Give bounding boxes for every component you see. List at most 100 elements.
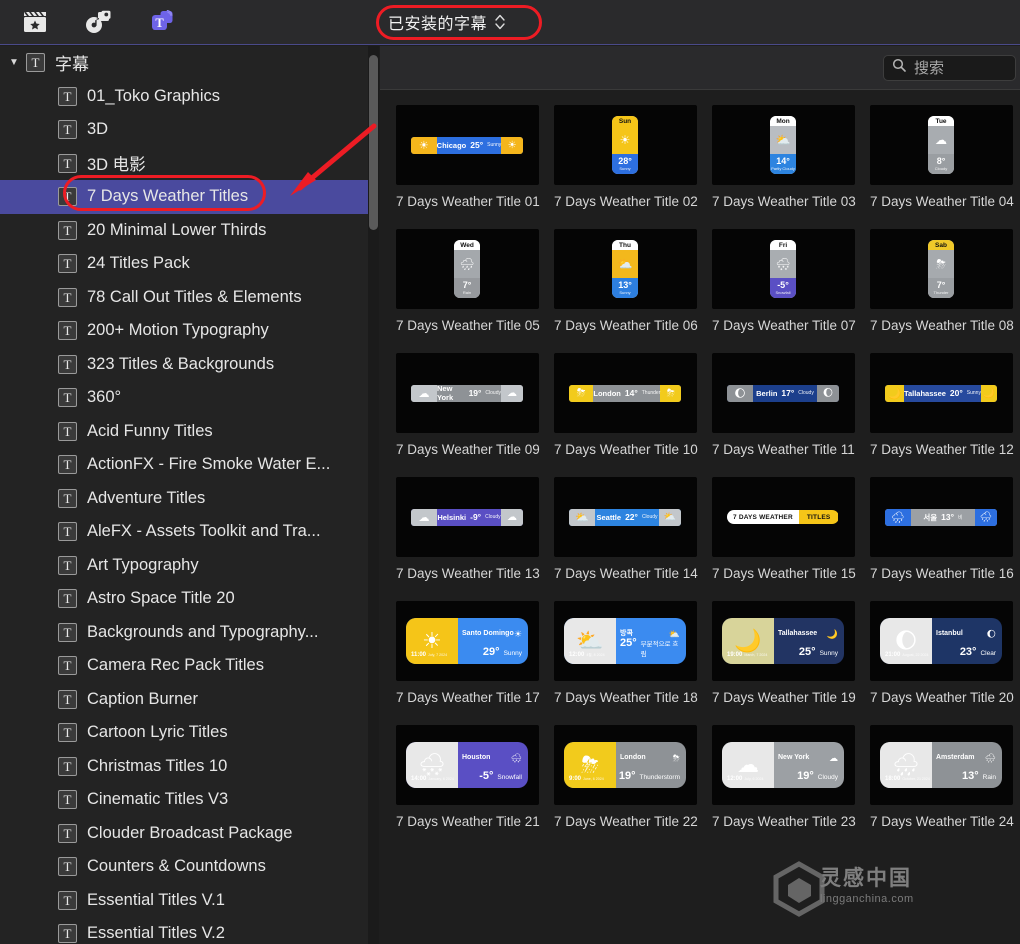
- title-cell[interactable]: 🌨 Houston 🌨 -5° Snowfall 14:00 January, 6 2024…: [388, 725, 546, 849]
- categories-sidebar[interactable]: ▼ T 字幕 T 01_Toko Graphics T 3D T 3D 电影 T 7 Days…: [0, 46, 368, 944]
- sidebar-scrollbar-track[interactable]: [368, 46, 379, 944]
- title-cell[interactable]: ☁ New York 19° Cloudy ☁ 7 Days Weather Title …: [388, 353, 546, 477]
- title-thumbnail[interactable]: ☁ Helsinki -9° Cloudy ☁: [395, 477, 539, 557]
- sidebar-item-adventure-titles[interactable]: T Adventure Titles: [0, 482, 368, 516]
- sidebar-item-christmas-titles-10[interactable]: T Christmas Titles 10: [0, 750, 368, 784]
- title-thumbnail[interactable]: Wed 🌧 7° Rain: [395, 229, 539, 309]
- title-cell[interactable]: 🌧 서울 13° 비 🌧 7 Days Weather Title 16: [862, 477, 1020, 601]
- sidebar-item-24-titles-pack[interactable]: T 24 Titles Pack: [0, 247, 368, 281]
- title-cell[interactable]: Sab ⛈ 7° Thunder 7 Days Weather Title 08: [862, 229, 1020, 353]
- sidebar-item-essential-titles-v-1[interactable]: T Essential Titles V.1: [0, 884, 368, 918]
- sidebar-item-alefx-assets-toolkit-and-tra[interactable]: T AleFX - Assets Toolkit and Tra...: [0, 515, 368, 549]
- sidebar-item-360[interactable]: T 360°: [0, 381, 368, 415]
- video-effects-icon[interactable]: [18, 7, 52, 37]
- title-thumbnail[interactable]: 🌔 Istanbul 🌔 23° Clear 21:00 August, 22 2024: [869, 601, 1013, 681]
- title-thumbnail[interactable]: ⛅ 방콕 ⛅ 25° 부분적으로 흐림 12:00 4월, 8 2024: [553, 601, 697, 681]
- title-cell[interactable]: Tue ☁ 8° Cloudy 7 Days Weather Title 04: [862, 105, 1020, 229]
- title-cell[interactable]: 🌙 Tallahassee 20° Sunny 🌙 7 Days Weather Titl…: [862, 353, 1020, 477]
- sidebar-item-acid-funny-titles[interactable]: T Acid Funny Titles: [0, 415, 368, 449]
- installed-titles-popup[interactable]: 已安装的字幕: [376, 5, 517, 39]
- weather-wide-info: Istanbul 🌔 23° Clear: [932, 618, 1002, 664]
- title-thumbnail[interactable]: 🌨 Houston 🌨 -5° Snowfall 14:00 January, 6 2024: [395, 725, 539, 805]
- weather-condition: Cloudy: [934, 166, 948, 171]
- title-cell[interactable]: ☁ New York ☁ 19° Cloudy 12:00 July, 6 2024 7 Da…: [704, 725, 862, 849]
- title-thumbnail[interactable]: 🌔 Berlin 17° Cloudy 🌔: [711, 353, 855, 433]
- weather-city: New York: [437, 384, 454, 402]
- title-thumbnail[interactable]: ⛈ London ⛈ 19° Thunderstorm 9:00 June, 6 2024: [553, 725, 697, 805]
- sidebar-item-3d[interactable]: T 3D 电影: [0, 147, 368, 181]
- sidebar-item-3d[interactable]: T 3D: [0, 113, 368, 147]
- weather-icon-left: ☀: [411, 136, 437, 154]
- title-icon: T: [58, 756, 77, 776]
- title-thumbnail[interactable]: ☀ Santo Domingo ☀ 29° Sunny 11:00 July, 7 2024: [395, 601, 539, 681]
- title-icon: T: [58, 254, 77, 274]
- sidebar-item-cinematic-titles-v3[interactable]: T Cinematic Titles V3: [0, 783, 368, 817]
- title-thumbnail[interactable]: ☀ Chicago 25° Sunny ☀: [395, 105, 539, 185]
- sidebar-item-78-call-out-titles-elements[interactable]: T 78 Call Out Titles & Elements: [0, 281, 368, 315]
- title-cell[interactable]: 🌔 Istanbul 🌔 23° Clear 21:00 August, 22 2024 7 …: [862, 601, 1020, 725]
- search-field[interactable]: 搜索: [883, 54, 1016, 81]
- sidebar-item-200-motion-typography[interactable]: T 200+ Motion Typography: [0, 314, 368, 348]
- sidebar-item-7-days-weather-titles[interactable]: T 7 Days Weather Titles: [0, 180, 368, 214]
- weather-bar-info: 서울 13° 비: [911, 509, 975, 526]
- title-cell[interactable]: 🌙 Tallahassee 🌙 25° Sunny 19:00 March, 7 2024 7…: [704, 601, 862, 725]
- title-cell[interactable]: ⛈ London ⛈ 19° Thunderstorm 9:00 June, 6 2024 7…: [546, 725, 704, 849]
- title-thumbnail[interactable]: ☁ New York 19° Cloudy ☁: [395, 353, 539, 433]
- title-thumbnail[interactable]: Sun ☀ 28° Sunny: [553, 105, 697, 185]
- title-thumbnail[interactable]: Mon ⛅ 14° Partly Cloudy: [711, 105, 855, 185]
- title-icon: T: [58, 120, 77, 140]
- title-thumbnail[interactable]: 🌧 서울 13° 비 🌧: [869, 477, 1013, 557]
- sidebar-item-323-titles-backgrounds[interactable]: T 323 Titles & Backgrounds: [0, 348, 368, 382]
- title-thumbnail[interactable]: 🌧 Amsterdam 🌧 13° Rain 18:00 October, 21 2024: [869, 725, 1013, 805]
- title-cell[interactable]: 🌧 Amsterdam 🌧 13° Rain 18:00 October, 21 2024 7…: [862, 725, 1020, 849]
- weather-timestamp: 12:00 4월, 8 2024: [569, 652, 605, 658]
- audio-photos-icon[interactable]: [82, 7, 116, 37]
- title-cell[interactable]: ☁ Helsinki -9° Cloudy ☁ 7 Days Weather Title …: [388, 477, 546, 601]
- sidebar-item-essential-titles-v-2[interactable]: T Essential Titles V.2: [0, 917, 368, 944]
- title-thumbnail[interactable]: Thu ⛅ 13° Sunny: [553, 229, 697, 309]
- sidebar-scrollbar-thumb[interactable]: [369, 55, 378, 230]
- sidebar-item-20-minimal-lower-thirds[interactable]: T 20 Minimal Lower Thirds: [0, 214, 368, 248]
- weather-condition: Sunny: [619, 290, 631, 295]
- sidebar-item-backgrounds-and-typography[interactable]: T Backgrounds and Typography...: [0, 616, 368, 650]
- chevron-down-icon[interactable]: ▼: [6, 55, 22, 71]
- sidebar-item-astro-space-title-20[interactable]: T Astro Space Title 20: [0, 582, 368, 616]
- title-cell[interactable]: Wed 🌧 7° Rain 7 Days Weather Title 05: [388, 229, 546, 353]
- weather-temp: 19°: [468, 388, 482, 398]
- title-cell[interactable]: Sun ☀ 28° Sunny 7 Days Weather Title 02: [546, 105, 704, 229]
- sidebar-item-art-typography[interactable]: T Art Typography: [0, 549, 368, 583]
- sidebar-item-camera-rec-pack-titles[interactable]: T Camera Rec Pack Titles: [0, 649, 368, 683]
- weather-icon-small: 🌙: [826, 629, 838, 639]
- titles-icon[interactable]: T: [146, 7, 180, 37]
- sidebar-item-label: 3D: [87, 120, 109, 139]
- title-thumbnail[interactable]: 7 DAYS WEATHER TITLES: [711, 477, 855, 557]
- title-thumbnail[interactable]: ☁ New York ☁ 19° Cloudy 12:00 July, 6 2024: [711, 725, 855, 805]
- title-thumbnail[interactable]: 🌙 Tallahassee 20° Sunny 🌙: [869, 353, 1013, 433]
- sidebar-item-cartoon-lyric-titles[interactable]: T Cartoon Lyric Titles: [0, 716, 368, 750]
- title-cell[interactable]: ⛅ 방콕 ⛅ 25° 부분적으로 흐림 12:00 4월, 8 2024 7 Days Wea…: [546, 601, 704, 725]
- title-cell[interactable]: 🌔 Berlin 17° Cloudy 🌔 7 Days Weather Title 11: [704, 353, 862, 477]
- title-cell[interactable]: Fri 🌨 -5° Snowfall 7 Days Weather Title 07: [704, 229, 862, 353]
- title-thumbnail[interactable]: Fri 🌨 -5° Snowfall: [711, 229, 855, 309]
- sidebar-item-01-toko-graphics[interactable]: T 01_Toko Graphics: [0, 80, 368, 114]
- sidebar-root-titles[interactable]: ▼ T 字幕: [0, 46, 368, 80]
- title-thumbnail[interactable]: ⛅ Seattle 22° Cloudy ⛅: [553, 477, 697, 557]
- title-thumbnail[interactable]: Tue ☁ 8° Cloudy: [869, 105, 1013, 185]
- title-thumbnail[interactable]: ⛈ London 14° Thunder ⛈: [553, 353, 697, 433]
- title-cell[interactable]: ☀ Santo Domingo ☀ 29° Sunny 11:00 July, 7 2024…: [388, 601, 546, 725]
- sidebar-item-clouder-broadcast-package[interactable]: T Clouder Broadcast Package: [0, 817, 368, 851]
- title-cell[interactable]: ⛈ London 14° Thunder ⛈ 7 Days Weather Title 1…: [546, 353, 704, 477]
- title-cell[interactable]: ☀ Chicago 25° Sunny ☀ 7 Days Weather Title 01: [388, 105, 546, 229]
- title-caption: 7 Days Weather Title 14: [554, 566, 698, 581]
- weather-condition: Sunny: [503, 650, 522, 657]
- title-thumbnail[interactable]: 🌙 Tallahassee 🌙 25° Sunny 19:00 March, 7 2024: [711, 601, 855, 681]
- title-cell[interactable]: Mon ⛅ 14° Partly Cloudy 7 Days Weather Title…: [704, 105, 862, 229]
- title-cell[interactable]: Thu ⛅ 13° Sunny 7 Days Weather Title 06: [546, 229, 704, 353]
- title-thumbnail[interactable]: Sab ⛈ 7° Thunder: [869, 229, 1013, 309]
- weather-icon-right: ⛅: [659, 508, 681, 526]
- title-cell[interactable]: ⛅ Seattle 22° Cloudy ⛅ 7 Days Weather Title 1…: [546, 477, 704, 601]
- sidebar-item-actionfx-fire-smoke-water-e[interactable]: T ActionFX - Fire Smoke Water E...: [0, 448, 368, 482]
- sidebar-item-counters-countdowns[interactable]: T Counters & Countdowns: [0, 850, 368, 884]
- sidebar-item-caption-burner[interactable]: T Caption Burner: [0, 683, 368, 717]
- title-cell[interactable]: 7 DAYS WEATHER TITLES 7 Days Weather Title…: [704, 477, 862, 601]
